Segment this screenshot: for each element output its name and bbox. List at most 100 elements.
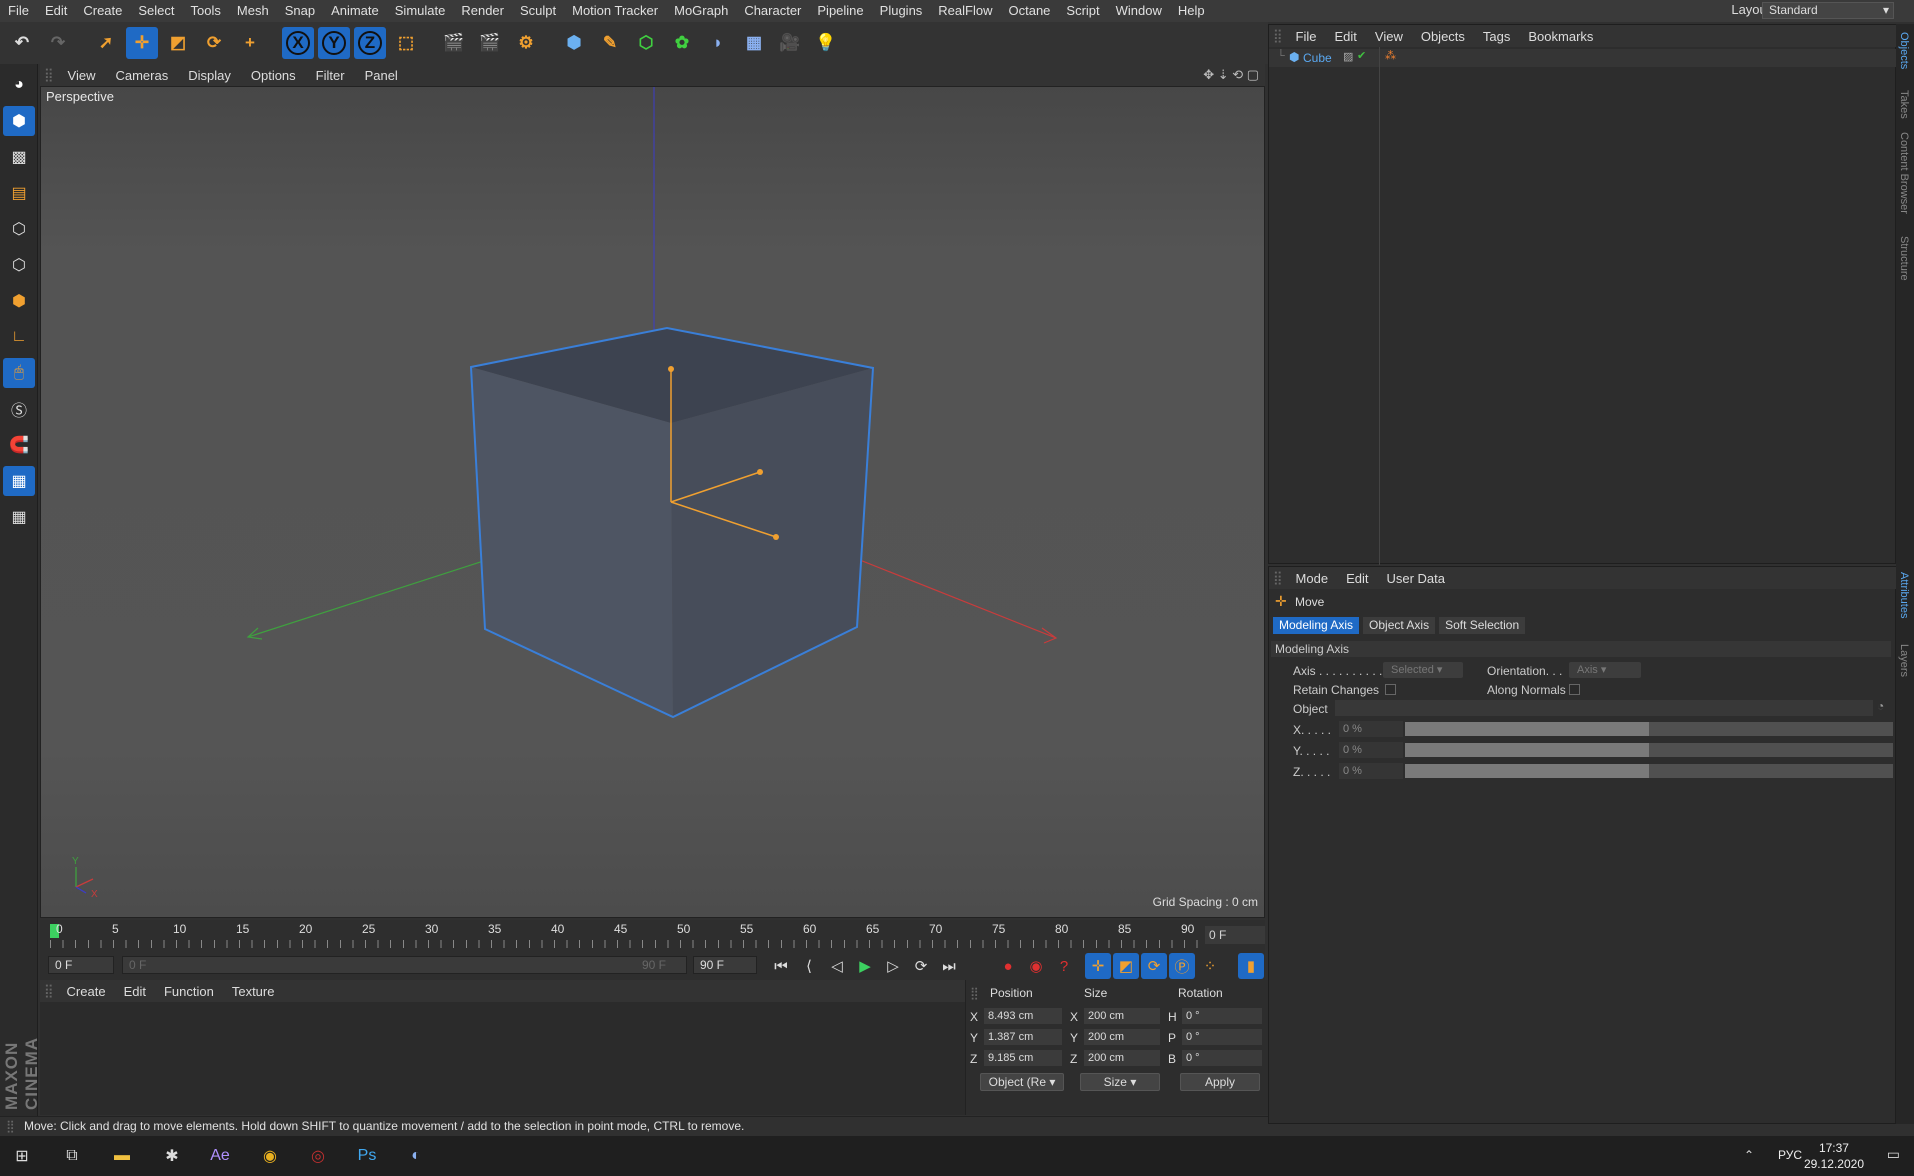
file-explorer-icon[interactable]: ▬ [102, 1136, 142, 1176]
floor-button[interactable]: ▦ [738, 27, 770, 59]
lock-z-button[interactable]: Z [354, 27, 386, 59]
vp-menu-options[interactable]: Options [241, 68, 306, 83]
menu-snap[interactable]: Snap [277, 0, 323, 22]
menu-animate[interactable]: Animate [323, 0, 387, 22]
lock-y-button[interactable]: Y [318, 27, 350, 59]
tab-modeling-axis[interactable]: Modeling Axis [1273, 617, 1360, 634]
side-tab-takes[interactable]: Takes [1898, 90, 1910, 119]
viewport-nav-icons[interactable]: ✥ ⇣ ⟲ ▢ [1203, 67, 1259, 83]
key-position-icon[interactable]: ✛ [1085, 953, 1111, 979]
snap-icon[interactable]: 🧲 [3, 430, 35, 460]
light-button[interactable]: 💡 [810, 27, 842, 59]
go-to-start-icon[interactable]: ⏮ [768, 953, 794, 979]
slack-icon[interactable]: ✱ [152, 1136, 192, 1176]
menu-help[interactable]: Help [1170, 0, 1213, 22]
points-mode-icon[interactable]: ⬡ [3, 214, 35, 244]
make-editable-icon[interactable]: ◕ [3, 70, 35, 100]
render-to-picture-viewer-button[interactable]: 🎬 [474, 27, 506, 59]
handle-y-dot[interactable] [668, 366, 674, 372]
tray-chevron-up-icon[interactable]: ⌃ [1744, 1148, 1754, 1162]
object-row-cube[interactable]: └ ⬢ Cube ▨ ✔ ⁂ [1269, 49, 1897, 67]
retain-changes-checkbox[interactable] [1385, 684, 1396, 695]
at-menu-mode[interactable]: Mode [1287, 571, 1338, 586]
task-view-icon[interactable]: ⧉ [52, 1136, 92, 1176]
mat-menu-function[interactable]: Function [155, 984, 223, 999]
object-link-field[interactable] [1335, 700, 1873, 716]
layer-icon[interactable]: ▨ [1343, 50, 1353, 63]
polygons-mode-icon[interactable]: ⬢ [3, 286, 35, 316]
menu-render[interactable]: Render [453, 0, 512, 22]
slider-z-track[interactable] [1405, 764, 1893, 778]
render-view-button[interactable]: 🎬 [438, 27, 470, 59]
davinci-resolve-icon[interactable]: ◎ [298, 1136, 338, 1176]
key-scale-icon[interactable]: ◩ [1113, 953, 1139, 979]
camera-button[interactable]: 🎥 [774, 27, 806, 59]
undo-button[interactable]: ↶ [6, 27, 38, 59]
om-menu-file[interactable]: File [1287, 29, 1326, 44]
orientation-select[interactable]: Axis ▾ [1569, 662, 1641, 678]
slider-y-value[interactable]: 0 % [1339, 742, 1403, 758]
menu-create[interactable]: Create [75, 0, 130, 22]
cube-left-face[interactable] [471, 367, 673, 717]
slider-x-value[interactable]: 0 % [1339, 721, 1403, 737]
record-keys-icon[interactable]: ● [995, 953, 1021, 979]
side-tab-attributes[interactable]: Attributes [1898, 572, 1910, 618]
vp-menu-filter[interactable]: Filter [306, 68, 355, 83]
cube-object-button[interactable]: ⬢ [558, 27, 590, 59]
previous-key-icon[interactable]: ⟨ [796, 953, 822, 979]
vp-menu-view[interactable]: View [58, 68, 106, 83]
notification-icon[interactable]: ▭ [1887, 1146, 1900, 1163]
texture-mode-icon[interactable]: ▩ [3, 142, 35, 172]
side-tab-layers[interactable]: Layers [1898, 644, 1910, 677]
size-z-field[interactable]: 200 cm [1084, 1050, 1160, 1066]
subdivision-button[interactable]: ⬡ [630, 27, 662, 59]
menu-file[interactable]: File [0, 0, 37, 22]
menu-octane[interactable]: Octane [1000, 0, 1058, 22]
cinema4d-icon[interactable]: ◐ [396, 1136, 436, 1176]
edges-mode-icon[interactable]: ⬡ [3, 250, 35, 280]
previous-frame-icon[interactable]: ◁ [824, 953, 850, 979]
side-tab-structure[interactable]: Structure [1898, 236, 1910, 281]
after-effects-icon[interactable]: Ae [200, 1136, 240, 1176]
workplane-icon[interactable]: ▤ [3, 178, 35, 208]
vp-menu-cameras[interactable]: Cameras [105, 68, 178, 83]
play-icon[interactable]: ▶ [852, 953, 878, 979]
pen-spline-button[interactable]: ✎ [594, 27, 626, 59]
menu-realflow[interactable]: RealFlow [930, 0, 1000, 22]
viewport-3d[interactable]: Perspective Y X Grid Spacing : 0 cm [40, 86, 1265, 918]
deformer-button[interactable]: ◗ [702, 27, 734, 59]
om-menu-objects[interactable]: Objects [1412, 29, 1474, 44]
menu-simulate[interactable]: Simulate [387, 0, 454, 22]
redo-button[interactable]: ↷ [42, 27, 74, 59]
at-menu-user-data[interactable]: User Data [1377, 571, 1454, 586]
start-frame-field[interactable]: 0 F [48, 956, 114, 974]
size-mode-select[interactable]: Size ▾ [1080, 1073, 1160, 1091]
render-settings-button[interactable]: ⚙ [510, 27, 542, 59]
menu-edit[interactable]: Edit [37, 0, 75, 22]
menu-tools[interactable]: Tools [183, 0, 229, 22]
chrome-icon[interactable]: ◉ [250, 1136, 290, 1176]
frame-range-slider[interactable]: 0 F 90 F [122, 956, 687, 974]
taskbar-clock[interactable]: 17:37 29.12.2020 [1804, 1140, 1864, 1172]
om-menu-edit[interactable]: Edit [1325, 29, 1365, 44]
key-rotation-icon[interactable]: ⟳ [1141, 953, 1167, 979]
tab-soft-selection[interactable]: Soft Selection [1439, 617, 1526, 634]
mat-menu-create[interactable]: Create [58, 984, 115, 999]
column-divider[interactable] [1379, 47, 1380, 565]
om-menu-view[interactable]: View [1366, 29, 1412, 44]
tab-object-axis[interactable]: Object Axis [1363, 617, 1436, 634]
slider-y-track[interactable] [1405, 743, 1893, 757]
menu-mesh[interactable]: Mesh [229, 0, 277, 22]
cloner-button[interactable]: ✿ [666, 27, 698, 59]
along-normals-checkbox[interactable] [1569, 684, 1580, 695]
language-indicator[interactable]: РУС [1778, 1148, 1802, 1162]
handle-z-dot[interactable] [757, 469, 763, 475]
menu-select[interactable]: Select [130, 0, 182, 22]
mat-menu-texture[interactable]: Texture [223, 984, 284, 999]
lock-x-button[interactable]: X [282, 27, 314, 59]
phong-tag-icon[interactable]: ⁂ [1385, 49, 1396, 62]
coordinate-mode-select[interactable]: Object (Re ▾ [980, 1073, 1064, 1091]
rot-b-field[interactable]: 0 ° [1182, 1050, 1262, 1066]
at-menu-edit[interactable]: Edit [1337, 571, 1377, 586]
menu-script[interactable]: Script [1058, 0, 1107, 22]
